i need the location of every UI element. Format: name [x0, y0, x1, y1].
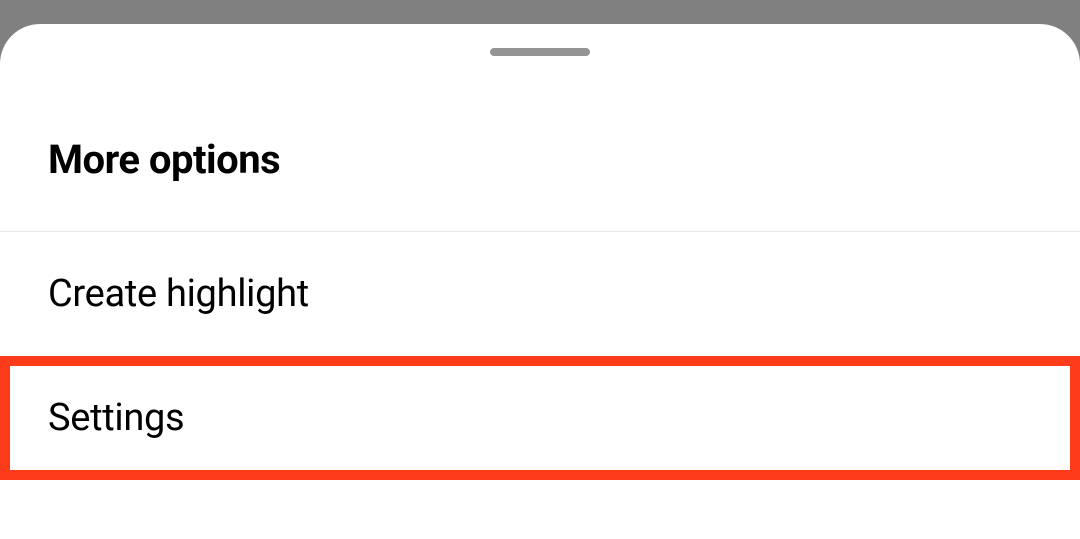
- bottom-sheet: More options Create highlight Settings: [0, 24, 1080, 539]
- menu-item-settings[interactable]: Settings: [10, 366, 1070, 470]
- drag-handle-icon[interactable]: [490, 48, 590, 56]
- menu-item-create-highlight[interactable]: Create highlight: [0, 232, 1080, 356]
- sheet-title: More options: [0, 56, 1080, 231]
- annotation-highlight: Settings: [0, 356, 1080, 480]
